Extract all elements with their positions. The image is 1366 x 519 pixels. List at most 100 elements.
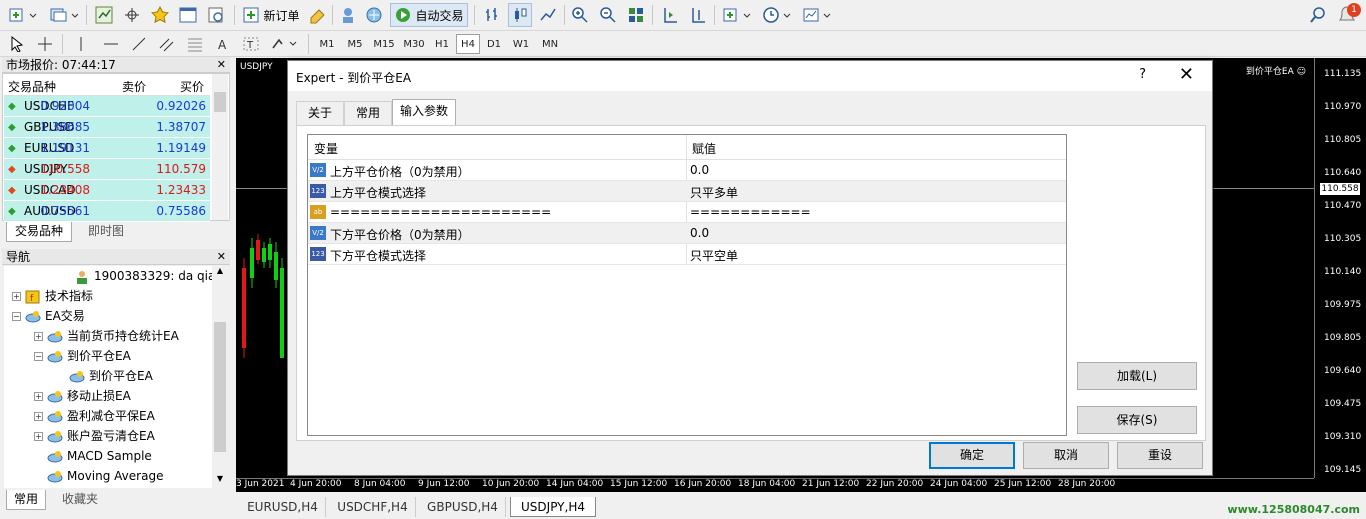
param-value[interactable]: 0.0 <box>690 163 709 177</box>
candlestick-icon[interactable] <box>508 3 532 27</box>
nav-item[interactable]: + 账户盈亏清仓EA <box>34 426 155 446</box>
tab-inputs[interactable]: 输入参数 <box>392 99 456 126</box>
cancel-button[interactable]: 取消 <box>1023 442 1109 469</box>
nav-item[interactable]: + 盈利减仓平保EA <box>34 406 155 426</box>
new-chart-icon[interactable] <box>6 3 40 27</box>
nav-item[interactable]: − EA交易 <box>12 306 85 326</box>
expand-icon[interactable]: + <box>34 392 43 401</box>
profiles-icon[interactable] <box>46 3 80 27</box>
new-order-button[interactable]: 新订单 <box>240 3 302 27</box>
expand-icon[interactable]: + <box>12 292 21 301</box>
timeframe-m30[interactable]: M30 <box>400 34 428 54</box>
notifications-icon[interactable]: 1 <box>1334 3 1362 27</box>
zoom-out-icon[interactable] <box>596 3 620 27</box>
text-label-icon[interactable]: T <box>240 32 262 56</box>
terminal-icon[interactable] <box>176 3 200 27</box>
param-row[interactable]: ab ====================== ============ <box>308 202 1066 223</box>
strategy-tester-icon[interactable] <box>204 3 228 27</box>
timeframe-w1[interactable]: W1 <box>508 34 534 54</box>
symbol-row[interactable]: ◆ USDJPY 110.558 110.579 <box>4 159 210 180</box>
param-row[interactable]: 123 下方平仓模式选择 只平空单 <box>308 244 1066 265</box>
param-value[interactable]: ============ <box>690 205 811 219</box>
chart-tab[interactable]: USDCHF,H4 <box>330 497 416 517</box>
timeframe-h1[interactable]: H1 <box>430 34 454 54</box>
chart-shift-icon[interactable] <box>658 3 682 27</box>
text-tool-icon[interactable]: A <box>212 32 234 56</box>
data-window-icon[interactable] <box>120 3 144 27</box>
expand-icon[interactable]: + <box>34 412 43 421</box>
close-icon[interactable]: ✕ <box>217 57 226 73</box>
timeframe-m15[interactable]: M15 <box>370 34 398 54</box>
param-row[interactable]: V/2 下方平仓价格（0为禁用） 0.0 <box>308 223 1066 244</box>
close-button[interactable]: ✕ <box>1179 64 1194 85</box>
horizontal-line-icon[interactable] <box>100 32 122 56</box>
market-watch-scrollbar[interactable] <box>212 74 228 220</box>
cursor-icon[interactable] <box>6 32 28 56</box>
navigator-scrollbar[interactable]: ▲ ▼ <box>212 266 228 488</box>
tab-favorites[interactable]: 收藏夹 <box>52 490 108 510</box>
ok-button[interactable]: 确定 <box>929 442 1015 469</box>
trendline-icon[interactable] <box>128 32 150 56</box>
nav-item[interactable]: MACD Sample <box>34 446 152 466</box>
help-button[interactable]: ? <box>1139 67 1146 82</box>
param-value[interactable]: 0.0 <box>690 226 709 240</box>
search-icon[interactable] <box>1306 3 1330 27</box>
symbol-row[interactable]: ◆ AUDUSD 0.75561 0.75586 <box>4 201 210 222</box>
vps-icon[interactable] <box>362 3 386 27</box>
nav-item[interactable]: + 当前货币持仓统计EA <box>34 326 179 346</box>
close-icon[interactable]: ✕ <box>217 249 226 265</box>
tab-tick-chart[interactable]: 即时图 <box>76 222 136 242</box>
symbol-row[interactable]: ◆ USDCAD 1.23408 1.23433 <box>4 180 210 201</box>
tab-common[interactable]: 常用 <box>344 101 392 125</box>
timeframe-d1[interactable]: D1 <box>482 34 506 54</box>
nav-item[interactable]: 到价平仓EA <box>56 366 153 386</box>
collapse-icon[interactable]: − <box>34 352 43 361</box>
tab-about[interactable]: 关于 <box>296 101 344 125</box>
bar-chart-icon[interactable] <box>480 3 504 27</box>
line-chart-icon[interactable] <box>536 3 560 27</box>
chart-tab[interactable]: USDJPY,H4 <box>510 497 596 517</box>
indicators-icon[interactable] <box>720 3 754 27</box>
param-row[interactable]: V/2 上方平仓价格（0为禁用） 0.0 <box>308 160 1066 181</box>
symbol-row[interactable]: ◆ GBPUSD 1.38685 1.38707 <box>4 117 210 138</box>
timeframe-m1[interactable]: M1 <box>314 34 340 54</box>
templates-icon[interactable] <box>800 3 834 27</box>
param-value[interactable]: 只平空单 <box>690 247 738 264</box>
auto-scroll-icon[interactable] <box>686 3 710 27</box>
symbol-row[interactable]: ◆ EURUSD 1.19131 1.19149 <box>4 138 210 159</box>
zoom-in-icon[interactable] <box>568 3 592 27</box>
symbol-row[interactable]: ◆ USDCHF 0.92004 0.92026 <box>4 96 210 117</box>
nav-item[interactable]: + f 技术指标 <box>12 286 93 306</box>
load-button[interactable]: 加载(L) <box>1077 362 1197 390</box>
nav-item[interactable]: − 到价平仓EA <box>34 346 131 366</box>
crosshair-icon[interactable] <box>34 32 56 56</box>
navigator-icon[interactable] <box>148 3 172 27</box>
periods-icon[interactable] <box>760 3 794 27</box>
collapse-icon[interactable]: − <box>12 312 21 321</box>
reset-button[interactable]: 重设 <box>1117 442 1203 469</box>
chart-tab[interactable]: EURUSD,H4 <box>240 497 326 517</box>
market-watch-icon[interactable] <box>92 3 116 27</box>
expand-icon[interactable]: + <box>34 432 43 441</box>
tab-symbols[interactable]: 交易品种 <box>6 222 72 242</box>
arrows-icon[interactable] <box>268 32 302 56</box>
nav-item[interactable]: + 移动止损EA <box>34 386 131 406</box>
metaeditor-icon[interactable] <box>306 3 330 27</box>
expand-icon[interactable]: + <box>34 332 43 341</box>
timeframe-m5[interactable]: M5 <box>342 34 368 54</box>
tab-common[interactable]: 常用 <box>6 490 46 510</box>
param-row[interactable]: 123 上方平仓模式选择 只平多单 <box>308 181 1066 202</box>
tile-windows-icon[interactable] <box>624 3 648 27</box>
timeframe-h4[interactable]: H4 <box>456 34 480 54</box>
param-value[interactable]: 只平多单 <box>690 184 738 201</box>
nav-account[interactable]: 1900383329: da qiang <box>74 266 212 286</box>
nav-item[interactable]: Moving Average <box>34 466 163 486</box>
auto-trading-button[interactable]: 自动交易 <box>390 3 468 27</box>
signals-icon[interactable] <box>336 3 360 27</box>
save-button[interactable]: 保存(S) <box>1077 406 1197 434</box>
equidistant-channel-icon[interactable] <box>156 32 178 56</box>
vertical-line-icon[interactable] <box>70 32 92 56</box>
chart-tab[interactable]: GBPUSD,H4 <box>420 497 506 517</box>
timeframe-mn[interactable]: MN <box>536 34 564 54</box>
fibonacci-icon[interactable] <box>184 32 206 56</box>
